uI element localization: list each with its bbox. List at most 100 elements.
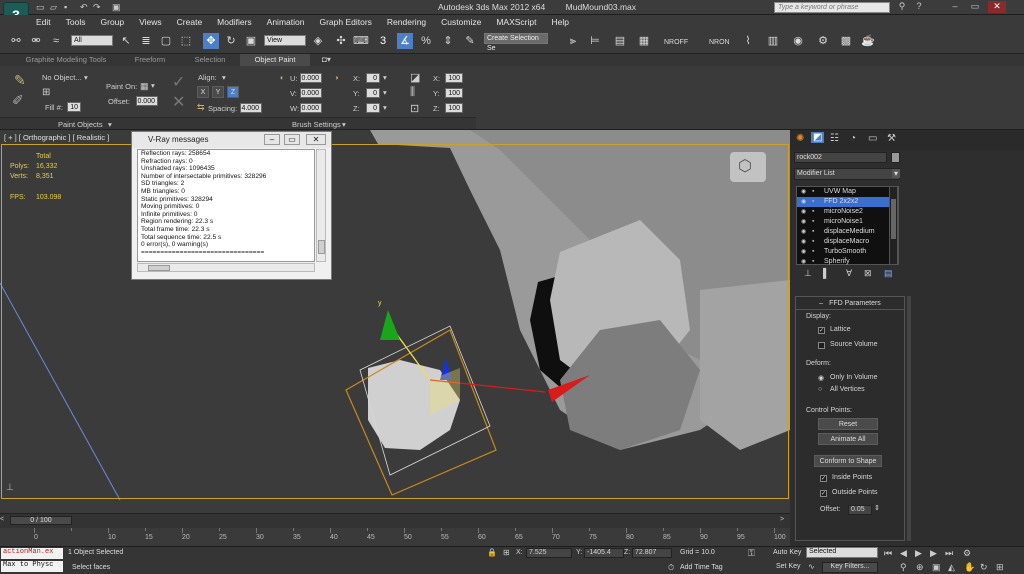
track-bar[interactable]: 0 10 15 20 25 30 35 40 45 50 55 60 65 70 75 80 85 90 95 100 [0, 528, 790, 546]
u-field[interactable]: 0.000 [300, 73, 322, 83]
auto-key-button[interactable]: Auto Key [773, 549, 801, 556]
zoom-all-icon[interactable]: ⊕ [916, 562, 924, 573]
align-y-button[interactable]: Y [212, 86, 224, 98]
search-icon[interactable]: ⚲ [893, 1, 911, 13]
tab-freeform[interactable]: Freeform [120, 54, 180, 66]
object-name-field[interactable]: rock002 [794, 152, 887, 163]
viewport-label[interactable]: [ + ] [ Orthographic ] [ Realistic ] [4, 133, 109, 142]
bind-space-warp-icon[interactable]: ≈ [48, 33, 64, 49]
fill-count-field[interactable]: 10 [67, 102, 81, 112]
spacing-field[interactable]: 4.000 [240, 103, 262, 113]
tab-selection[interactable]: Selection [182, 54, 238, 66]
schematic-view-icon[interactable]: ▥ [765, 33, 781, 49]
scale-random-icon[interactable]: ⊡ [410, 102, 419, 115]
unlink-icon[interactable]: ⚮ [28, 33, 44, 49]
align-icon[interactable]: ⊨ [587, 33, 603, 49]
lock-selection-icon[interactable]: 🔒 [487, 548, 497, 557]
group-paint-objects-label[interactable]: Paint Objects [58, 120, 103, 129]
commit-icon[interactable]: ✓ [172, 72, 185, 92]
modifier-item[interactable]: ◉ ▪ microNoise1 [797, 217, 898, 227]
modifier-expand-icon[interactable]: ▪ [812, 227, 814, 237]
select-manipulate-icon[interactable]: ✣ [333, 33, 349, 49]
x-scale-field[interactable]: 100 [445, 73, 463, 83]
modifier-toggle-icon[interactable]: ◉ [801, 247, 806, 257]
v-field[interactable]: 0.000 [300, 88, 322, 98]
tab-object-paint[interactable]: Object Paint [240, 54, 310, 66]
create-tab-icon[interactable]: ✺ [796, 133, 804, 144]
menu-item-group[interactable]: Group [101, 17, 125, 27]
layer-manager-icon[interactable]: ▤ [612, 33, 628, 49]
panel-scrollbar[interactable] [907, 296, 911, 541]
modify-tab-icon[interactable]: ◩ [811, 132, 825, 143]
menu-item-graph-editors[interactable]: Graph Editors [319, 17, 371, 27]
move-icon[interactable]: ✥ [203, 33, 219, 49]
modifier-toggle-icon[interactable]: ◉ [801, 197, 806, 207]
menu-item-edit[interactable]: Edit [36, 17, 51, 27]
select-by-name-icon[interactable]: ≣ [138, 33, 154, 49]
zoom-icon[interactable]: ⚲ [900, 562, 907, 573]
menu-item-create[interactable]: Create [177, 17, 203, 27]
modifier-item[interactable]: ◉ ▪ UVW Map [797, 187, 898, 197]
paint-on-arrow-icon[interactable]: ▾ [151, 81, 155, 90]
paint-on-grid-icon[interactable]: ▦ [140, 81, 149, 92]
modifier-stack[interactable]: ◉ ▪ UVW Map ◉ ▪ FFD 2x2x2 ◉ ▪ microNoise2 ◉ ▪ micro… [796, 186, 899, 265]
dialog-restore-icon[interactable]: ▭ [284, 134, 300, 145]
remove-modifier-icon[interactable]: ⊠ [864, 268, 872, 279]
minimize-icon[interactable]: – [946, 1, 964, 13]
redo-icon[interactable]: ↷ [93, 2, 101, 13]
modifier-expand-icon[interactable]: ▪ [812, 197, 814, 207]
offset-spinner-icon[interactable]: ⇕ [874, 504, 880, 512]
scale-icon[interactable]: ▣ [243, 33, 259, 49]
inside-points-checkbox[interactable]: ✓ [820, 475, 827, 482]
selection-filter-dropdown[interactable]: All [71, 35, 113, 46]
group-brush-settings-label[interactable]: Brush Settings [292, 120, 341, 129]
log-hscrollbar[interactable] [137, 263, 315, 272]
maxscript-line-2[interactable]: Max to Physc [1, 561, 63, 572]
modifier-toggle-icon[interactable]: ◉ [801, 217, 806, 227]
modifier-expand-icon[interactable]: ▪ [812, 217, 814, 227]
menu-item-modifiers[interactable]: Modifiers [217, 17, 251, 27]
conform-to-shape-button[interactable]: Conform to Shape [814, 455, 882, 467]
help-icon[interactable]: ? [910, 1, 928, 13]
fov-icon[interactable]: ◭ [948, 562, 955, 573]
zoom-extents-icon[interactable]: ▣ [932, 562, 941, 573]
ref-coord-dropdown[interactable]: View [264, 35, 306, 46]
prev-frame-icon[interactable]: ◀ [900, 548, 907, 559]
group-paint-objects-arrow-icon[interactable]: ▾ [108, 120, 112, 129]
next-frame-icon[interactable]: ▶ [930, 548, 937, 559]
set-key-icon[interactable]: ⚿ [748, 548, 755, 559]
rendered-frame-icon[interactable]: ▩ [838, 33, 854, 49]
scale-uniform-icon[interactable]: ◪ [410, 71, 420, 84]
motion-tab-icon[interactable]: ◔ [850, 133, 856, 144]
timeline-next-icon[interactable]: > [780, 516, 784, 523]
pin-stack-icon[interactable]: ⊥ [804, 268, 812, 279]
configure-sets-icon[interactable]: ▤ [884, 268, 893, 279]
mirror-icon[interactable]: ⫸ [565, 33, 581, 49]
utilities-tab-icon[interactable]: ⚒ [887, 133, 896, 144]
save-file-icon[interactable]: ▪ [64, 2, 67, 12]
modifier-toggle-icon[interactable]: ◉ [801, 237, 806, 247]
display-tab-icon[interactable]: ▭ [868, 133, 877, 144]
lattice-checkbox[interactable]: ✓ [818, 327, 825, 334]
eraser-icon[interactable]: ✐ [12, 92, 24, 109]
absolute-mode-icon[interactable]: ⊞ [503, 548, 510, 557]
maxscript-line-1[interactable]: actionMan.ex [1, 548, 63, 559]
key-filters-button[interactable]: Key Filters... [822, 562, 878, 573]
menu-item-help[interactable]: Help [551, 17, 568, 27]
hierarchy-tab-icon[interactable]: ☷ [830, 133, 839, 144]
material-editor-icon[interactable]: ◉ [790, 33, 806, 49]
modifier-expand-icon[interactable]: ▪ [812, 247, 814, 257]
group-brush-settings-arrow-icon[interactable]: ▾ [342, 120, 346, 129]
offset-field[interactable]: 0.000 [136, 96, 158, 106]
offset-field[interactable]: 0.05 [848, 505, 872, 515]
modifier-item[interactable]: ◉ ▪ microNoise2 [797, 207, 898, 217]
named-selection-set[interactable]: Create Selection Se [484, 33, 548, 52]
percent-snap-icon[interactable]: % [418, 33, 434, 49]
menu-item-customize[interactable]: Customize [441, 17, 481, 27]
select-object-icon[interactable]: ↖ [118, 33, 134, 49]
log-vscrollbar[interactable] [316, 149, 326, 262]
maximize-viewport-icon[interactable]: ⊞ [996, 562, 1004, 573]
pan-icon[interactable]: ✋ [964, 562, 975, 573]
menu-item-maxscript[interactable]: MAXScript [496, 17, 536, 27]
render-setup-icon[interactable]: ⚙ [815, 33, 831, 49]
